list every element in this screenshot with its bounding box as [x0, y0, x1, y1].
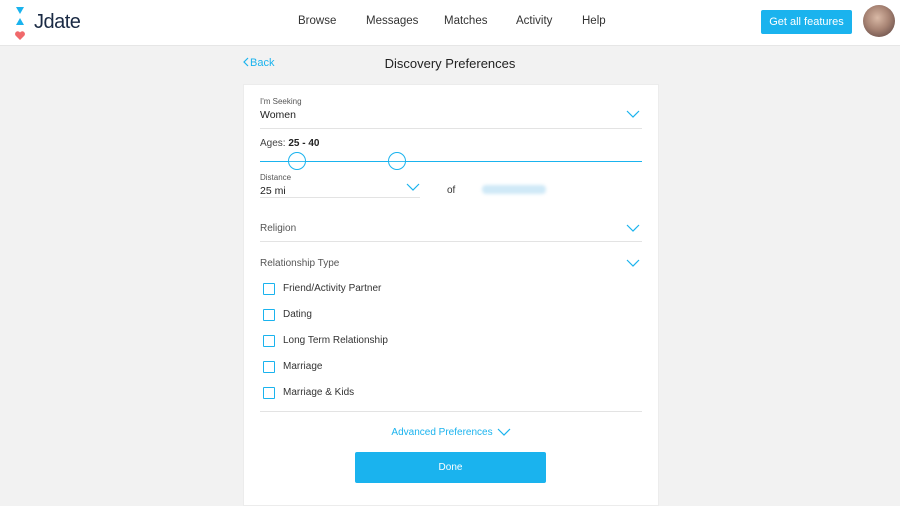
checkbox[interactable] [263, 283, 275, 295]
option-label: Marriage & Kids [283, 387, 355, 398]
done-button[interactable]: Done [355, 452, 546, 483]
ages-range-value: 25 - 40 [288, 138, 320, 149]
seeking-select[interactable]: I'm Seeking Women [260, 97, 642, 121]
nav-messages[interactable]: Messages [366, 15, 418, 27]
age-min-handle[interactable] [288, 152, 306, 170]
divider [260, 241, 642, 242]
divider [260, 411, 642, 412]
checkbox[interactable] [263, 387, 275, 399]
ages-label-text: Ages: [260, 138, 286, 149]
checkbox[interactable] [263, 361, 275, 373]
checkbox[interactable] [263, 335, 275, 347]
advanced-preferences-toggle[interactable]: Advanced Preferences [244, 427, 658, 438]
distance-value: 25 mi [260, 185, 286, 197]
divider [260, 197, 420, 198]
seeking-label: I'm Seeking [260, 97, 302, 106]
chevron-down-icon [406, 183, 420, 191]
avatar[interactable] [863, 5, 895, 37]
location-link-blurred[interactable] [482, 185, 546, 194]
divider [260, 128, 642, 129]
chevron-up-down-icon [626, 259, 640, 267]
distance-of-text: of [447, 185, 456, 196]
nav-activity[interactable]: Activity [516, 15, 552, 27]
option-label: Dating [283, 309, 312, 320]
option-label: Long Term Relationship [283, 335, 388, 346]
top-nav-bar: Jdate Browse Messages Matches Activity H… [0, 0, 900, 46]
chevron-down-icon [497, 428, 511, 436]
nav-browse[interactable]: Browse [298, 15, 336, 27]
chevron-down-icon [626, 110, 640, 118]
relationship-type-label: Relationship Type [260, 258, 340, 269]
religion-select[interactable]: Religion [260, 223, 642, 234]
religion-label: Religion [260, 223, 297, 234]
age-max-handle[interactable] [388, 152, 406, 170]
seeking-value: Women [260, 109, 296, 121]
checkbox[interactable] [263, 309, 275, 321]
nav-matches[interactable]: Matches [444, 15, 487, 27]
age-range-slider[interactable] [260, 161, 642, 162]
nav-help[interactable]: Help [582, 15, 606, 27]
get-all-features-button[interactable]: Get all features [761, 10, 852, 34]
option-label: Friend/Activity Partner [283, 283, 382, 294]
chevron-down-icon [626, 224, 640, 232]
ages-label: Ages: 25 - 40 [260, 138, 642, 149]
preferences-card: I'm Seeking Women Ages: 25 - 40 Distance… [243, 84, 659, 506]
page-title: Discovery Preferences [384, 56, 516, 71]
advanced-preferences-label: Advanced Preferences [391, 427, 493, 438]
relationship-type-section[interactable]: Relationship Type [260, 258, 642, 269]
distance-select[interactable]: Distance 25 mi [260, 173, 420, 197]
option-label: Marriage [283, 361, 323, 372]
distance-label: Distance [260, 173, 292, 182]
